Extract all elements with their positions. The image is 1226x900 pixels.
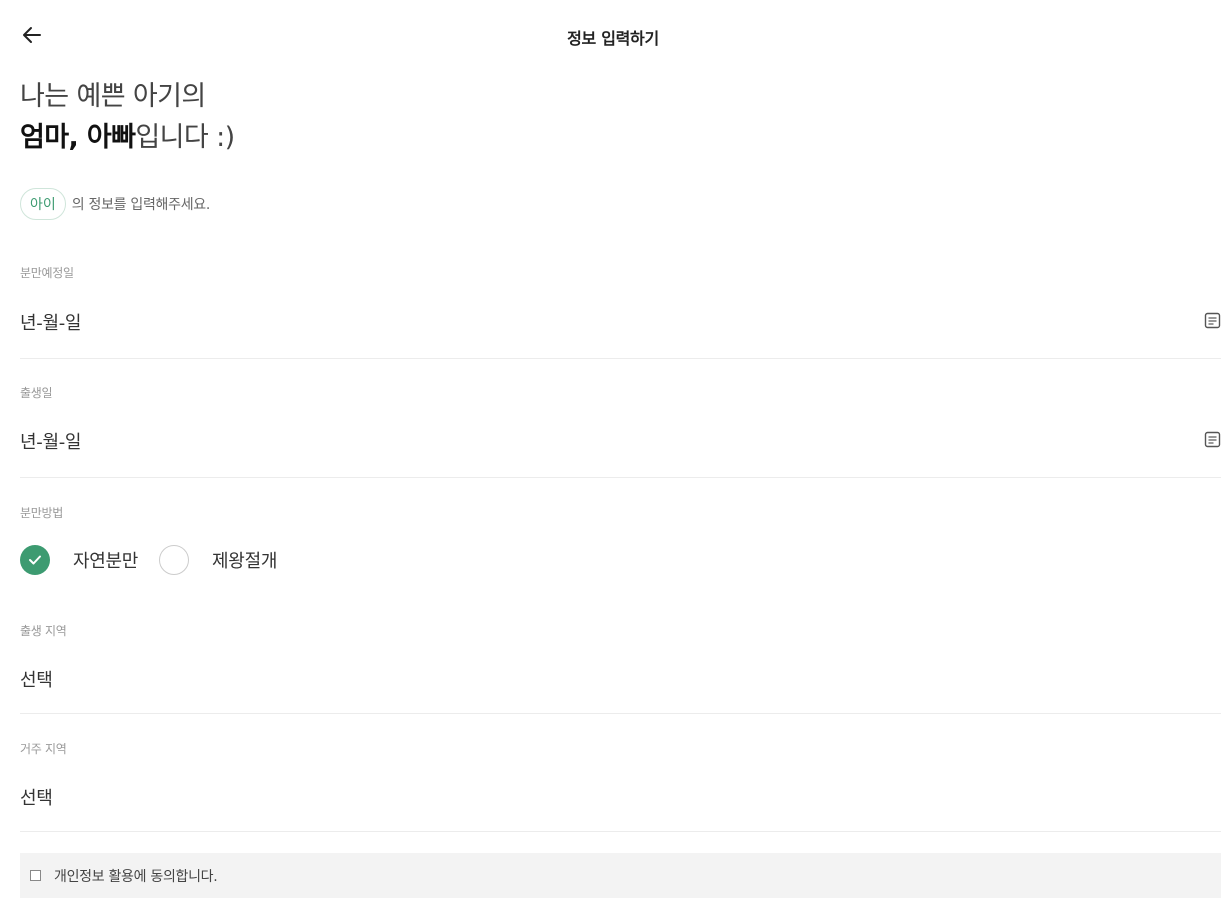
child-info-description: 의 정보를 입력해주세요. <box>71 197 211 213</box>
birth-date-value[interactable]: 년-월-일 <box>20 428 81 454</box>
residence-region-select[interactable]: 선택 <box>20 784 53 810</box>
child-chip: 아이 <box>20 188 66 220</box>
due-date-value[interactable]: 년-월-일 <box>20 309 81 335</box>
calendar-icon[interactable] <box>1204 312 1221 329</box>
privacy-agreement-checkbox[interactable] <box>30 870 41 881</box>
calendar-icon[interactable] <box>1204 431 1221 448</box>
top-bar: 정보 입력하기 <box>0 0 1226 70</box>
intro-heading: 나는 예쁜 아기의 엄마, 아빠입니다 :) <box>20 76 235 158</box>
birth-region-select[interactable]: 선택 <box>20 666 53 692</box>
intro-line-1: 나는 예쁜 아기의 <box>20 81 206 112</box>
privacy-agreement-label[interactable]: 개인정보 활용에 동의합니다. <box>54 866 218 886</box>
residence-region-field[interactable]: 거주 지역 선택 <box>20 740 1221 832</box>
delivery-method-radio-group: 자연분만 제왕절개 <box>20 543 299 577</box>
radio-cesarean[interactable]: 제왕절개 <box>159 545 277 575</box>
birth-region-field[interactable]: 출생 지역 선택 <box>20 622 1221 714</box>
radio-checked-icon[interactable] <box>20 545 50 575</box>
intro-parents: 엄마, 아빠 <box>20 122 136 153</box>
residence-region-label: 거주 지역 <box>20 742 67 756</box>
birth-date-field[interactable]: 출생일 년-월-일 <box>20 378 1221 478</box>
intro-line-2-rest: 입니다 :) <box>135 122 235 153</box>
radio-unchecked-icon[interactable] <box>159 545 190 575</box>
radio-natural-delivery[interactable]: 자연분만 <box>20 545 138 575</box>
radio-cesarean-label[interactable]: 제왕절개 <box>212 547 277 573</box>
due-date-label: 분만예정일 <box>20 266 74 280</box>
page-title: 정보 입력하기 <box>567 29 659 48</box>
child-info-row: 아이 의 정보를 입력해주세요. <box>20 188 210 220</box>
checkmark-icon <box>29 555 41 565</box>
privacy-agreement-bar[interactable]: 개인정보 활용에 동의합니다. <box>20 853 1221 898</box>
due-date-field[interactable]: 분만예정일 년-월-일 <box>20 258 1221 359</box>
delivery-method-label: 분만방법 <box>20 506 63 520</box>
birth-region-label: 출생 지역 <box>20 624 67 638</box>
intro-line-2: 엄마, 아빠입니다 :) <box>20 117 235 158</box>
birth-date-label: 출생일 <box>20 386 53 400</box>
radio-natural-label[interactable]: 자연분만 <box>73 547 138 573</box>
